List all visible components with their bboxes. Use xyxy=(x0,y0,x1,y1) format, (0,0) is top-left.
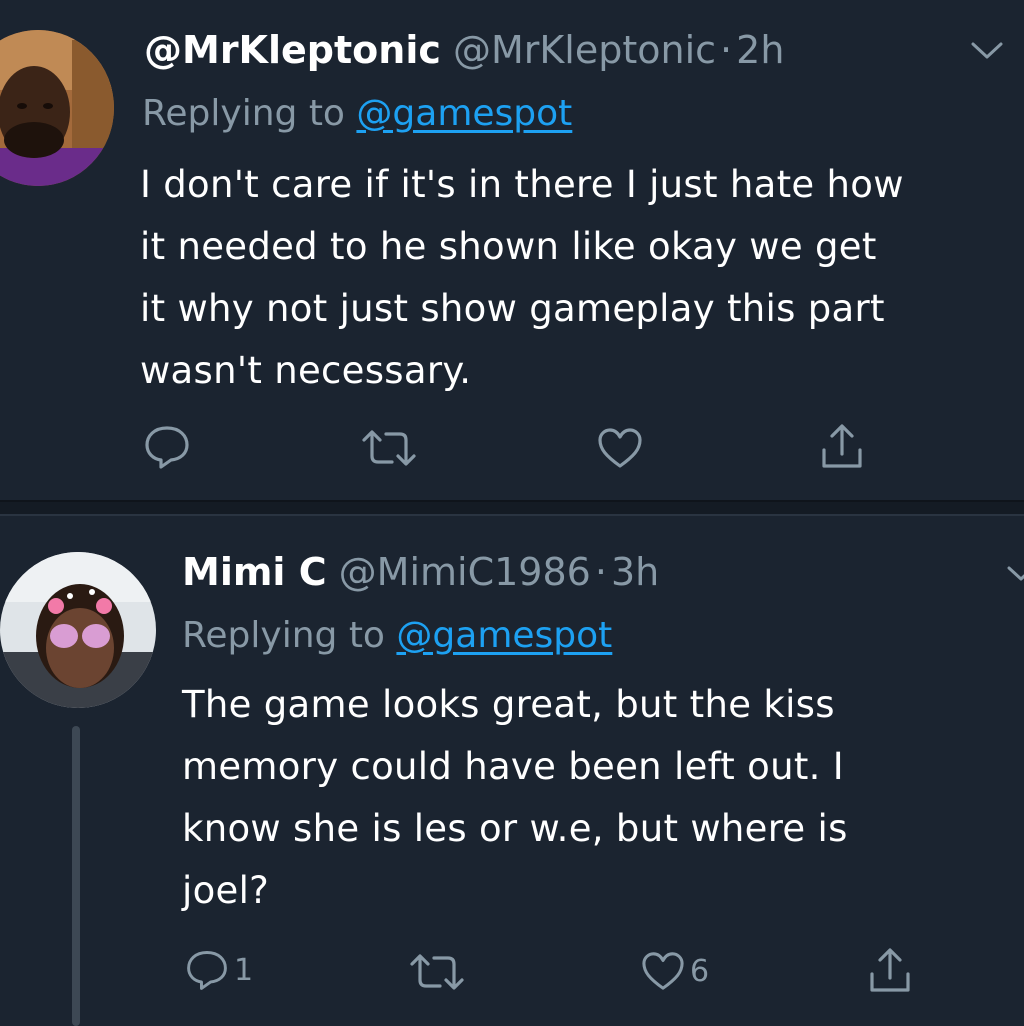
replying-to: Replying to @gamespot xyxy=(182,612,612,660)
retweet-button[interactable] xyxy=(408,952,470,992)
like-count: 6 xyxy=(690,953,710,989)
mention-link[interactable]: @gamespot xyxy=(356,93,572,134)
heart-icon xyxy=(596,426,644,470)
like-button[interactable]: 6 xyxy=(640,950,709,992)
chevron-down-icon[interactable] xyxy=(970,40,1004,66)
tweet-text-line: I don't care if it's in there I just hat… xyxy=(140,163,904,206)
avatar[interactable] xyxy=(0,30,114,186)
reply-count: 1 xyxy=(234,952,254,988)
tweet-text-line: The game looks great, but the kiss xyxy=(182,683,835,726)
tweet-text-line: wasn't necessary. xyxy=(140,349,472,392)
tweet-text-line: it needed to he shown like okay we get xyxy=(140,225,877,268)
timestamp[interactable]: 3h xyxy=(611,550,659,594)
share-button[interactable] xyxy=(818,422,866,470)
like-button[interactable] xyxy=(596,426,648,470)
retweet-icon xyxy=(408,952,466,992)
share-icon xyxy=(818,422,866,470)
replying-to-prefix: Replying to xyxy=(142,93,345,134)
tweet[interactable]: @MrKleptonic @MrKleptonic · 2h Replying to… xyxy=(0,0,1024,500)
tweet-text: The game looks great, but the kiss memor… xyxy=(182,674,848,922)
display-name[interactable]: Mimi C xyxy=(182,550,327,594)
separator-dot: · xyxy=(594,550,607,594)
tweet[interactable]: Mimi C @MimiC1986 · 3h Replying to @gamesp… xyxy=(0,516,1024,1024)
tweet-text-line: it why not just show gameplay this part xyxy=(140,287,885,330)
tweet-text-line: know she is les or w.e, but where is xyxy=(182,807,848,850)
separator-dot: · xyxy=(720,28,733,72)
user-handle[interactable]: @MimiC1986 xyxy=(339,550,591,594)
share-button[interactable] xyxy=(866,946,914,994)
display-name[interactable]: @MrKleptonic xyxy=(144,28,441,72)
retweet-icon xyxy=(360,428,418,468)
tweet-text-line: joel? xyxy=(182,869,270,912)
reply-button[interactable]: 1 xyxy=(184,948,253,992)
heart-icon xyxy=(640,950,686,992)
reply-button[interactable] xyxy=(142,424,196,470)
tweet-divider xyxy=(0,500,1024,516)
tweet-text-line: memory could have been left out. I xyxy=(182,745,844,788)
reply-icon xyxy=(142,424,192,470)
tweet-header: Mimi C @MimiC1986 · 3h xyxy=(182,548,659,596)
retweet-button[interactable] xyxy=(360,428,422,468)
mention-link[interactable]: @gamespot xyxy=(396,615,612,656)
tweet-header: @MrKleptonic @MrKleptonic · 2h xyxy=(144,26,784,74)
tweet-text: I don't care if it's in there I just hat… xyxy=(140,154,904,402)
avatar[interactable] xyxy=(0,552,156,708)
timestamp[interactable]: 2h xyxy=(736,28,784,72)
share-icon xyxy=(866,946,914,994)
reply-icon xyxy=(184,948,230,992)
replying-to: Replying to @gamespot xyxy=(142,90,572,138)
chevron-down-icon[interactable] xyxy=(1006,564,1024,588)
user-handle[interactable]: @MrKleptonic xyxy=(453,28,716,72)
thread-connector-line xyxy=(72,726,80,1026)
replying-to-prefix: Replying to xyxy=(182,615,385,656)
